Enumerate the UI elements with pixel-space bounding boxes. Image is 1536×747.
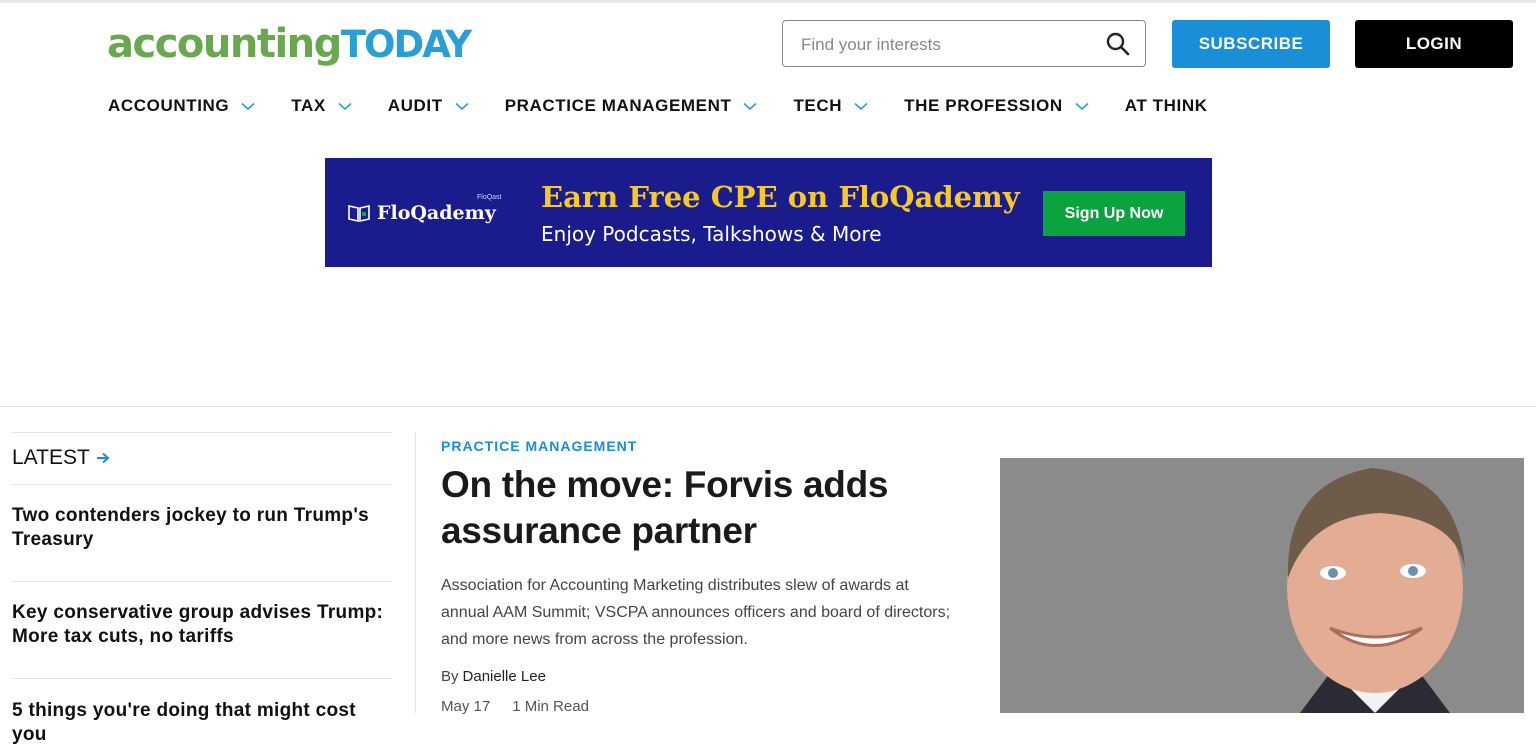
top-border bbox=[0, 0, 1536, 3]
nav-label: TECH bbox=[793, 96, 843, 115]
sidebar-divider bbox=[12, 581, 392, 582]
search-box[interactable] bbox=[782, 20, 1146, 67]
byline-prefix: By bbox=[441, 668, 459, 685]
headshot-photo bbox=[1000, 458, 1524, 713]
article-date: May 17 bbox=[441, 698, 491, 715]
arrow-right-icon bbox=[96, 452, 110, 464]
latest-label: LATEST bbox=[12, 446, 90, 469]
sidebar-story-link[interactable]: Key conservative group advises Trump: Mo… bbox=[12, 601, 392, 649]
nav-item-audit[interactable]: AUDIT bbox=[388, 96, 469, 116]
article-meta: May 17 1 Min Read bbox=[441, 698, 611, 715]
article-byline: By Danielle Lee bbox=[441, 668, 546, 685]
article-title-link[interactable]: On the move: Forvis adds assurance partn… bbox=[441, 462, 961, 554]
sidebar-divider bbox=[12, 678, 392, 679]
chevron-down-icon bbox=[455, 102, 469, 110]
nav-label: PRACTICE MANAGEMENT bbox=[504, 96, 732, 115]
sidebar-divider bbox=[12, 432, 392, 433]
main-nav: ACCOUNTING TAX AUDIT PRACTICE MANAGEMENT… bbox=[108, 96, 1244, 116]
search-input[interactable] bbox=[799, 32, 1093, 58]
ad-brand: FloQademy bbox=[347, 202, 496, 224]
nav-item-tax[interactable]: TAX bbox=[291, 96, 352, 116]
nav-label: TAX bbox=[291, 96, 326, 115]
nav-item-accounting[interactable]: ACCOUNTING bbox=[108, 96, 255, 116]
chevron-down-icon bbox=[241, 102, 255, 110]
ad-subline: Enjoy Podcasts, Talkshows & More bbox=[541, 222, 882, 246]
login-button[interactable]: LOGIN bbox=[1355, 20, 1513, 68]
nav-label: AT THINK bbox=[1124, 96, 1208, 115]
chevron-down-icon bbox=[338, 102, 352, 110]
ad-headline: Earn Free CPE on FloQademy bbox=[541, 180, 1020, 214]
nav-label: AUDIT bbox=[387, 96, 443, 115]
nav-item-the-profession[interactable]: THE PROFESSION bbox=[904, 96, 1089, 116]
sidebar-story-link[interactable]: 5 things you're doing that might cost yo… bbox=[12, 699, 392, 747]
site-logo[interactable]: accountingTODAY bbox=[107, 20, 472, 69]
nav-item-at-think[interactable]: AT THINK bbox=[1125, 96, 1208, 116]
article-read-time: 1 Min Read bbox=[512, 698, 589, 715]
article-summary: Association for Accounting Marketing dis… bbox=[441, 577, 951, 648]
chevron-down-icon bbox=[743, 102, 757, 110]
nav-label: ACCOUNTING bbox=[108, 96, 230, 115]
sidebar-divider bbox=[12, 484, 392, 485]
chevron-down-icon bbox=[1075, 102, 1089, 110]
ad-signup-button[interactable]: Sign Up Now bbox=[1043, 191, 1185, 236]
column-divider bbox=[415, 432, 416, 713]
logo-text-accounting: accounting bbox=[107, 21, 342, 67]
section-divider bbox=[0, 406, 1536, 407]
article-image[interactable] bbox=[1000, 458, 1524, 713]
chevron-down-icon bbox=[854, 102, 868, 110]
ad-brand-name: FloQademy bbox=[377, 202, 496, 224]
author-link[interactable]: Danielle Lee bbox=[463, 668, 546, 685]
search-icon[interactable] bbox=[1105, 31, 1131, 57]
nav-item-tech[interactable]: TECH bbox=[793, 96, 868, 116]
article-category-link[interactable]: PRACTICE MANAGEMENT bbox=[441, 438, 637, 454]
logo-text-today: TODAY bbox=[340, 23, 472, 66]
nav-item-practice-management[interactable]: PRACTICE MANAGEMENT bbox=[505, 96, 758, 116]
sidebar-story-link[interactable]: Two contenders jockey to run Trump's Tre… bbox=[12, 504, 392, 552]
ad-tiny-brand: FloQast bbox=[477, 194, 502, 201]
subscribe-button[interactable]: SUBSCRIBE bbox=[1172, 20, 1330, 68]
latest-link[interactable]: LATEST bbox=[12, 446, 110, 470]
book-icon bbox=[348, 205, 370, 222]
ad-banner[interactable]: FloQademy FloQast Earn Free CPE on FloQa… bbox=[325, 158, 1212, 267]
nav-label: THE PROFESSION bbox=[904, 96, 1063, 115]
